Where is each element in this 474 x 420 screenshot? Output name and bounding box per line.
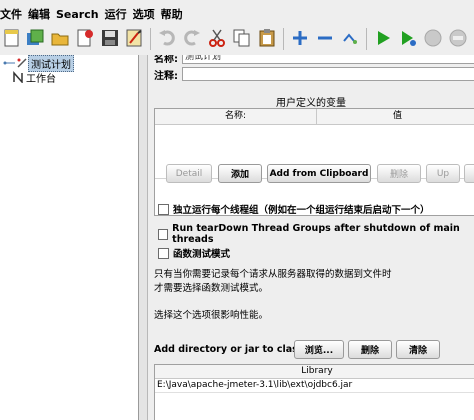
user-vars-header: 名称: 值 [155, 109, 474, 125]
test-plan-panel: 名称: 测试计划 注释: 用户定义的变量 名称: 值 Detail 添加 Add… [148, 55, 474, 420]
menu-bar: 文件 编辑 Search 运行 选项 帮助 [0, 0, 474, 22]
functional-desc-line2: 才需要选择函数测试模式。 [154, 283, 269, 294]
name-input[interactable]: 测试计划 [182, 55, 474, 64]
panel-splitter[interactable] [139, 55, 148, 420]
new-icon[interactable] [1, 26, 23, 50]
add-button[interactable]: 添加 [218, 164, 262, 183]
test-plan-tree: 测试计划 工作台 [0, 54, 139, 420]
clear-classpath-button[interactable]: 清除 [396, 340, 440, 359]
collapse-icon[interactable] [314, 26, 336, 50]
functional-mode-label: 函数测试模式 [173, 249, 231, 260]
cut-icon[interactable] [206, 26, 228, 50]
user-vars-title: 用户定义的变量 [276, 98, 346, 109]
menu-help[interactable]: 帮助 [161, 0, 189, 22]
browse-button[interactable]: 浏览... [294, 340, 344, 359]
teardown-label: Run tearDown Thread Groups after shutdow… [172, 223, 460, 245]
column-value[interactable]: 值 [317, 109, 474, 124]
menu-options[interactable]: 选项 [133, 0, 161, 22]
toggle-icon[interactable] [339, 26, 361, 50]
name-row: 名称: 测试计划 [154, 55, 474, 65]
checkbox-box[interactable] [158, 203, 169, 215]
toolbar [0, 22, 474, 56]
checkbox-box[interactable] [158, 228, 169, 240]
comment-label: 注释: [154, 70, 178, 82]
shutdown-icon[interactable] [447, 26, 469, 50]
detail-button[interactable]: Detail [166, 164, 212, 183]
menu-edit[interactable]: 编辑 [28, 0, 56, 22]
tree-node-test-plan[interactable]: 测试计划 [2, 54, 74, 72]
library-header[interactable]: Library [155, 365, 474, 379]
tree-node-label: 工作台 [26, 73, 56, 85]
comment-input[interactable] [182, 67, 474, 81]
teardown-checkbox[interactable]: Run tearDown Thread Groups after shutdow… [158, 223, 474, 245]
delete-classpath-button[interactable]: 删除 [348, 340, 392, 359]
test-plan-icon [16, 57, 28, 69]
workbench-icon [12, 71, 24, 84]
performance-warning: 选择这个选项很影响性能。 [154, 310, 269, 321]
tree-handle-icon [2, 57, 16, 69]
start-icon[interactable] [372, 26, 394, 50]
up-button[interactable]: Up [426, 164, 460, 183]
functional-mode-checkbox[interactable]: 函数测试模式 [158, 246, 230, 260]
column-name[interactable]: 名称: [155, 109, 317, 124]
user-vars-table[interactable]: 名称: 值 [154, 108, 474, 216]
add-from-clipboard-button[interactable]: Add from Clipboard [267, 164, 371, 183]
open-icon[interactable] [49, 26, 71, 50]
menu-file[interactable]: 文件 [0, 0, 28, 22]
redo-icon[interactable] [181, 26, 203, 50]
serialize-threadgroups-label: 独立运行每个线程组（例如在一个组运行结束后启动下一个） [173, 205, 430, 216]
menu-search[interactable]: Search [56, 0, 105, 22]
save-icon[interactable] [99, 26, 121, 50]
down-button[interactable] [464, 164, 474, 183]
paste-icon[interactable] [256, 26, 278, 50]
undo-icon[interactable] [156, 26, 178, 50]
comment-row: 注释: [154, 67, 474, 82]
delete-var-button[interactable]: 删除 [377, 164, 421, 183]
library-table[interactable]: Library E:\Java\apache-jmeter-3.1\lib\ex… [154, 364, 474, 420]
copy-icon[interactable] [231, 26, 253, 50]
functional-desc-line1: 只有当你需要记录每个请求从服务器取得的数据到文件时 [154, 269, 392, 280]
start-no-pause-icon[interactable] [397, 26, 419, 50]
library-row[interactable]: E:\Java\apache-jmeter-3.1\lib\ext\ojdbc6… [155, 379, 474, 393]
menu-run[interactable]: 运行 [105, 0, 133, 22]
name-label: 名称: [154, 55, 178, 65]
expand-icon[interactable] [289, 26, 311, 50]
stop-icon[interactable] [422, 26, 444, 50]
templates-icon[interactable] [24, 26, 46, 50]
serialize-threadgroups-checkbox[interactable]: 独立运行每个线程组（例如在一个组运行结束后启动下一个） [158, 202, 430, 216]
close-icon[interactable] [74, 26, 96, 50]
checkbox-box[interactable] [158, 247, 169, 259]
tree-node-workbench[interactable]: 工作台 [12, 70, 58, 85]
save-as-icon[interactable] [124, 26, 146, 50]
